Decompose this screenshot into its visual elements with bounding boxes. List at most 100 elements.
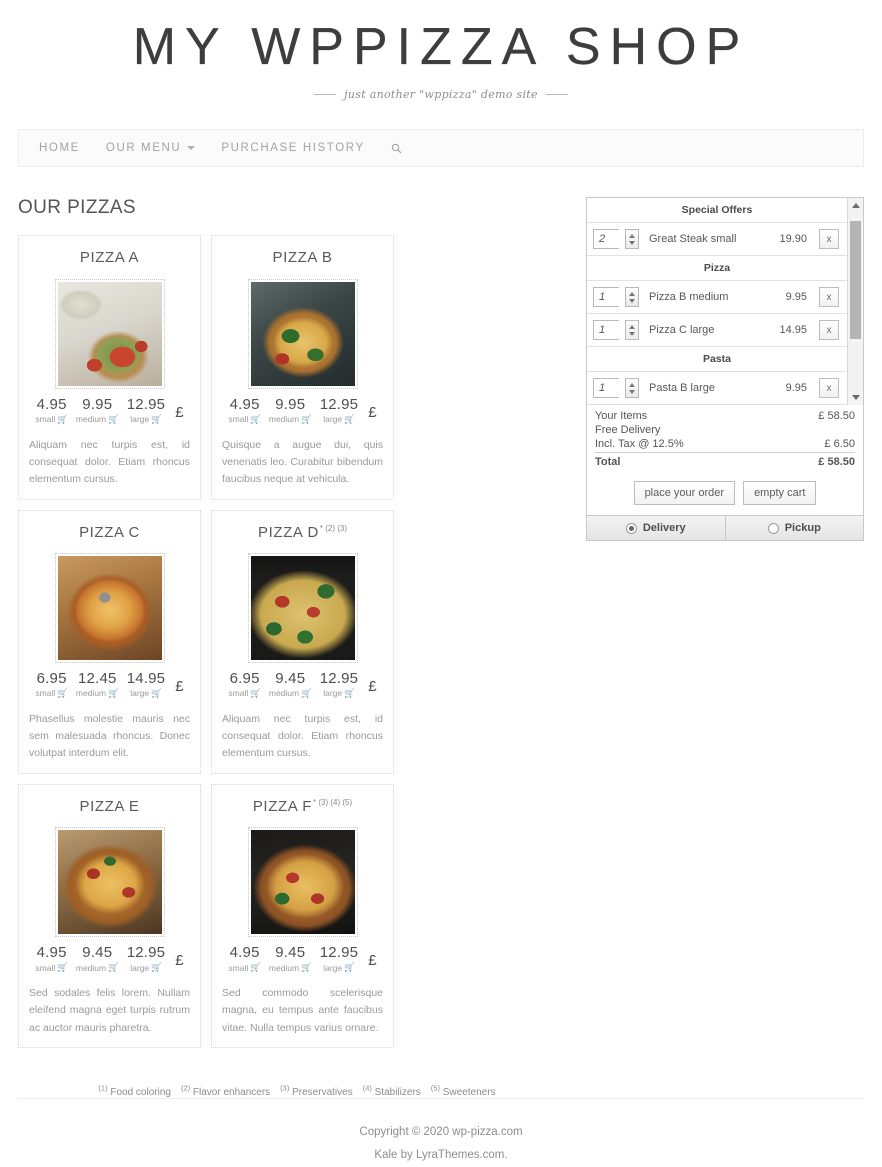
cart-icon[interactable]: 🛒 (57, 962, 68, 973)
pickup-option[interactable]: Pickup (724, 516, 864, 541)
cart-icon[interactable]: 🛒 (57, 414, 68, 425)
cart-icon[interactable]: 🛒 (301, 962, 312, 973)
price-cell-medium: 9.45 medium 🛒 (269, 945, 312, 973)
cart-item-row: 2 Great Steak small 19.90 x (586, 223, 847, 257)
cart-icon[interactable]: 🛒 (151, 414, 162, 425)
cart-icon[interactable]: 🛒 (344, 962, 355, 973)
size-label: medium (268, 414, 300, 425)
remove-item-button[interactable]: x (819, 287, 839, 308)
price-cell-large: 12.95 large 🛒 (320, 397, 359, 425)
size-label: small (35, 414, 56, 425)
footnote-text: Food coloring (110, 1087, 171, 1099)
radio-delivery-icon (625, 522, 637, 534)
price-value: 9.45 (275, 944, 306, 962)
nav-item-home[interactable]: HOME (39, 142, 80, 154)
price-cell-small: 4.95 small 🛒 (35, 397, 67, 425)
cart-item-row: 1 Pizza C large 14.95 x (586, 314, 847, 348)
quantity-input[interactable]: 2 (592, 229, 619, 250)
scrollbar-track[interactable] (848, 213, 863, 390)
price-label: large 🛒 (320, 688, 359, 699)
cart-icon[interactable]: 🛒 (57, 688, 68, 699)
cart-icon[interactable]: 🛒 (108, 688, 119, 699)
copyright-text: Copyright © 2020 wp-pizza.com (359, 1126, 523, 1139)
pizza-title: PIZZA C (29, 524, 190, 542)
cart-icon[interactable]: 🛒 (344, 414, 355, 425)
cart-icon[interactable]: 🛒 (108, 414, 119, 425)
remove-item-button[interactable]: x (819, 320, 839, 341)
cart-item-name: Great Steak small (648, 233, 737, 246)
quantity-stepper[interactable] (624, 320, 639, 341)
price-label: small 🛒 (228, 414, 260, 425)
cart-icon[interactable]: 🛒 (301, 414, 312, 425)
pizza-image-frame (54, 278, 165, 389)
price-value: 12.95 (319, 670, 359, 688)
price-label: medium 🛒 (76, 688, 119, 699)
remove-item-button[interactable]: x (819, 229, 839, 250)
total-label: Total (594, 456, 621, 469)
footnote-text: Sweeteners (442, 1087, 496, 1099)
size-label: medium (75, 688, 107, 699)
delivery-option[interactable]: Delivery (586, 516, 725, 541)
quantity-input[interactable]: 1 (592, 320, 619, 341)
search-button[interactable] (391, 143, 402, 154)
pizza-name: PIZZA E (79, 797, 140, 815)
cart-icon[interactable]: 🛒 (250, 414, 261, 425)
quantity-stepper[interactable] (624, 229, 639, 250)
price-cell-small: 6.95 small 🛒 (228, 671, 260, 699)
price-label: medium 🛒 (269, 688, 312, 699)
size-label: small (228, 414, 249, 425)
cart-icon[interactable]: 🛒 (250, 688, 261, 699)
cart-icon[interactable]: 🛒 (344, 688, 355, 699)
quantity-input[interactable]: 1 (592, 287, 619, 308)
footnote-marker: (2) (180, 1083, 191, 1093)
scroll-up-button[interactable] (851, 198, 860, 213)
size-label: medium (75, 962, 107, 973)
cart-scrollbar[interactable] (847, 198, 863, 406)
cart-item-name: Pizza B medium (648, 291, 729, 304)
price-cell-large: 14.95 large 🛒 (127, 671, 166, 699)
size-label: large (130, 962, 150, 973)
total-value: £ 58.50 (818, 410, 855, 423)
pizza-description: Quisque a augue dui, quis venenatis leo.… (222, 438, 383, 486)
footnote-item: (3) Preservatives (280, 1083, 353, 1098)
cart-icon[interactable]: 🛒 (151, 688, 162, 699)
footnote-marker: (3) (280, 1083, 290, 1093)
price-row: 4.95 small 🛒 9.45 medium 🛒 12.95 large 🛒 £ (29, 945, 190, 973)
cart-icon[interactable]: 🛒 (301, 688, 312, 699)
scroll-down-button[interactable] (851, 390, 860, 405)
cart-icon[interactable]: 🛒 (108, 962, 119, 973)
pizza-name: PIZZA B (272, 249, 333, 267)
scrollbar-thumb[interactable] (850, 221, 861, 340)
remove-item-button[interactable]: x (819, 378, 839, 399)
quantity-stepper[interactable] (624, 287, 639, 308)
site-tagline: just another "wppizza" demo site (344, 88, 538, 102)
place-order-button[interactable]: place your order (633, 481, 736, 506)
cart-icon[interactable]: 🛒 (250, 962, 261, 973)
pizza-title: PIZZA B (222, 250, 383, 267)
pizza-name: PIZZA F (252, 797, 313, 815)
nav-item-our-menu[interactable]: OUR MENU (106, 142, 196, 154)
stepper-up-icon (628, 291, 635, 296)
quantity-input[interactable]: 1 (592, 378, 619, 399)
quantity-stepper[interactable] (624, 378, 639, 399)
size-label: large (323, 688, 343, 699)
stepper-down-icon (628, 240, 635, 245)
footnote-item: (2) Flavor enhancers (180, 1083, 270, 1098)
stepper-down-icon (628, 331, 635, 336)
pizza-card: PIZZA A 4.95 small 🛒 9.95 medium 🛒 12.95 large 🛒 £… (18, 235, 201, 500)
cart-item-price: 9.95 (785, 291, 807, 304)
price-value: 4.95 (36, 944, 67, 962)
cart-total-line: Total £ 58.50 (595, 453, 855, 469)
price-label: large 🛒 (320, 414, 359, 425)
pizza-card: PIZZA E 4.95 small 🛒 9.45 medium 🛒 12.95 large 🛒 £… (18, 783, 201, 1048)
nav-item-purchase-history[interactable]: PURCHASE HISTORY (221, 142, 364, 154)
main-navigation: HOME OUR MENU PURCHASE HISTORY (18, 129, 864, 168)
empty-cart-button[interactable]: empty cart (743, 481, 817, 506)
total-value: £ 6.50 (824, 438, 855, 451)
theme-credit[interactable]: Kale by LyraThemes.com. (0, 1144, 882, 1167)
stepper-down-icon (628, 389, 635, 394)
footnote-item: (4) Stabilizers (363, 1084, 421, 1098)
pizza-image-frame (54, 827, 165, 938)
pizza-image-frame (247, 278, 358, 389)
cart-icon[interactable]: 🛒 (151, 962, 162, 973)
